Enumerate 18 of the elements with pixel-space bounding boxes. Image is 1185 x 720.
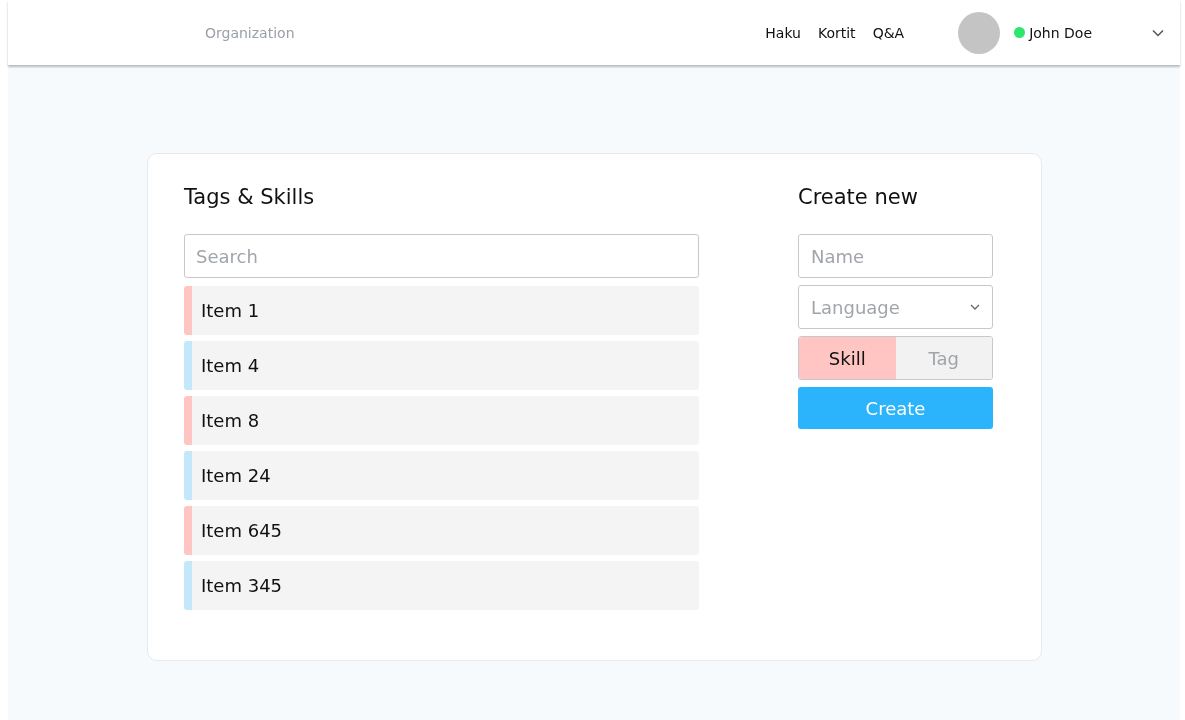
list-item[interactable]: Item 345 [184, 561, 699, 610]
section-title: Create new [798, 184, 919, 211]
name-field[interactable]: Name [798, 234, 993, 278]
list-item[interactable]: Item 1 [184, 286, 699, 335]
organization-label: Organization [205, 24, 295, 41]
list-item[interactable]: Item 645 [184, 506, 699, 555]
search-field[interactable]: Search [184, 234, 699, 278]
type-toggle[interactable]: Skill [799, 337, 896, 379]
user-name[interactable]: John Doe [1029, 24, 1092, 41]
list-item[interactable]: Item 24 [184, 451, 699, 500]
nav-link[interactable]: Haku [765, 24, 801, 41]
chevron-down-icon [970, 304, 980, 310]
chevron-down-icon[interactable] [1152, 28, 1164, 37]
nav-link[interactable]: Kortit [817, 24, 856, 41]
section-title: Tags & Skills [184, 184, 316, 211]
nav-link[interactable]: Q&A [872, 24, 905, 41]
list-item[interactable]: Item 4 [184, 341, 699, 390]
list-item[interactable]: Item 8 [184, 396, 699, 445]
